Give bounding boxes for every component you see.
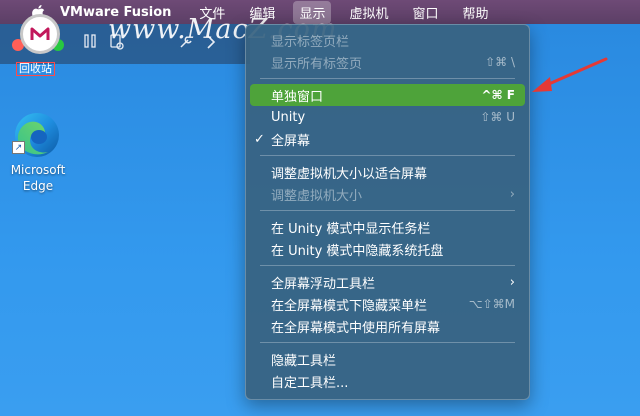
menu-item-single-window[interactable]: 单独窗口 ^⌘ F [250,84,525,106]
menu-item-label: Unity [271,109,306,125]
menu-item-label: 显示所有标签页 [271,56,363,72]
menu-item-shortcut: ⇧⌘ U [480,110,515,124]
checkmark-icon: ✓ [254,131,265,147]
menu-item-label: 单独窗口 [271,89,324,105]
menu-item-show-tab-bar[interactable]: 显示标签页栏 [250,29,525,51]
menu-item-show-all-tabs[interactable]: 显示所有标签页 ⇧⌘ \ [250,51,525,73]
menu-item-shortcut: ⌥⇧⌘M [468,297,515,311]
menu-item-resize-vm[interactable]: 调整虚拟机大小 › [250,183,525,205]
menu-item-label: 在 Unity 模式中隐藏系统托盘 [271,243,444,259]
edge-label-line2: Edge [22,179,54,193]
menu-item-shortcut: ⇧⌘ \ [485,55,515,69]
menu-item-unity-hide-tray[interactable]: 在 Unity 模式中隐藏系统托盘 [250,238,525,260]
menu-item-label: 全屏幕浮动工具栏 [271,276,376,292]
edge-label-line1: Microsoft [10,163,66,177]
menu-separator [260,78,515,79]
chevron-right-icon: › [509,274,515,290]
menu-item-customize-toolbar[interactable]: 自定工具栏... [250,370,525,392]
menu-item-label: 显示标签页栏 [271,34,350,50]
menu-vm[interactable]: 虚拟机 [343,1,394,24]
red-arrow-annotation [532,57,608,92]
menu-separator [260,342,515,343]
menu-item-hide-menubar-fullscreen[interactable]: 在全屏幕模式下隐藏菜单栏 ⌥⇧⌘M [250,293,525,315]
menu-item-resize-to-fit[interactable]: 调整虚拟机大小以适合屏幕 [250,161,525,183]
menu-item-shortcut: ^⌘ F [481,88,515,102]
menu-item-unity[interactable]: Unity ⇧⌘ U [250,106,525,128]
edge-label[interactable]: Microsoft Edge [2,162,74,194]
menu-item-hide-toolbar[interactable]: 隐藏工具栏 [250,348,525,370]
shortcut-arrow-icon: ↗ [12,141,25,154]
menu-item-label: 调整虚拟机大小 [271,188,363,204]
menu-window[interactable]: 窗口 [406,1,444,24]
menu-item-use-all-screens[interactable]: 在全屏幕模式中使用所有屏幕 [250,315,525,337]
menu-item-label: 在全屏幕模式中使用所有屏幕 [271,320,441,336]
menu-item-full-screen[interactable]: ✓ 全屏幕 [250,128,525,150]
menu-separator [260,210,515,211]
menu-item-label: 自定工具栏... [271,375,349,391]
view-dropdown-menu: 显示标签页栏 显示所有标签页 ⇧⌘ \ 单独窗口 ^⌘ F Unity ⇧⌘ U… [245,24,530,400]
chevron-right-icon: › [509,186,515,202]
menu-help[interactable]: 帮助 [456,1,494,24]
macz-logo-icon [20,14,60,54]
menu-item-label: 隐藏工具栏 [271,353,337,369]
menu-item-unity-show-taskbar[interactable]: 在 Unity 模式中显示任务栏 [250,216,525,238]
menu-separator [260,155,515,156]
recycle-bin-label[interactable]: 回收站 [16,62,55,76]
menu-item-label: 在全屏幕模式下隐藏菜单栏 [271,298,428,314]
menu-item-fullscreen-toolbar[interactable]: 全屏幕浮动工具栏 › [250,271,525,293]
menu-separator [260,265,515,266]
pause-icon[interactable] [84,34,96,52]
menu-item-label: 调整虚拟机大小以适合屏幕 [271,166,428,182]
menu-item-label: 全屏幕 [271,133,311,149]
menu-item-label: 在 Unity 模式中显示任务栏 [271,221,431,237]
